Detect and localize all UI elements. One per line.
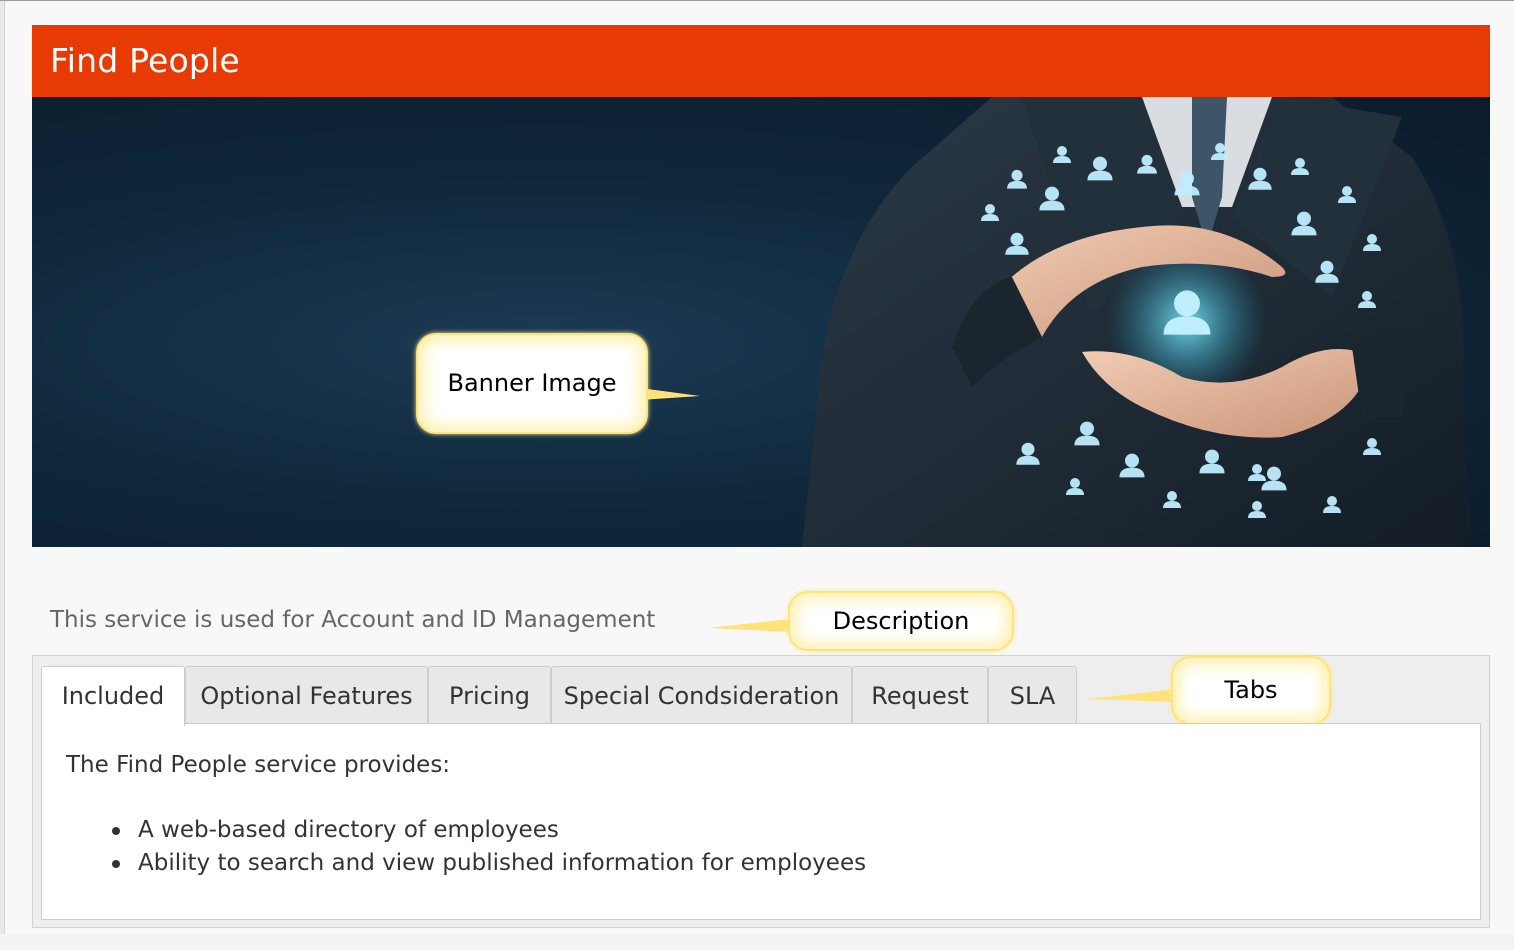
page-header: Find People [32,25,1490,97]
tab-pricing[interactable]: Pricing [428,666,551,724]
tab-special-consideration[interactable]: Special Condsideration [551,666,852,724]
description-callout-pointer [708,619,790,632]
tab-included[interactable]: Included [41,666,185,726]
service-description: This service is used for Account and ID … [50,607,656,633]
list-item: Ability to search and view published inf… [112,847,866,880]
list-item-text: Ability to search and view published inf… [138,850,867,876]
tab-request[interactable]: Request [852,666,988,724]
people-network-illustration [802,97,1472,547]
list-item: A web-based directory of employees [112,814,866,847]
tab-sla[interactable]: SLA [988,666,1077,724]
banner-callout: Banner Image [416,333,648,434]
content-intro: The Find People service provides: [66,752,451,778]
tabs-callout-pointer [1088,689,1176,702]
window-left-edge [0,1,5,950]
feature-list: A web-based directory of employees Abili… [112,814,866,880]
description-callout: Description [788,591,1014,651]
tabs-callout: Tabs [1171,656,1331,725]
bullet-icon [112,827,120,835]
list-item-text: A web-based directory of employees [138,817,559,843]
service-page: Find People Banner Image This service is… [0,0,1514,950]
banner-callout-pointer [640,388,700,400]
tab-content-included: The Find People service provides: A web-… [41,723,1481,920]
page-title: Find People [50,41,240,80]
tab-optional-features[interactable]: Optional Features [185,666,428,724]
bullet-icon [112,860,120,868]
banner-image [32,97,1490,547]
bottom-strip [0,934,1514,950]
